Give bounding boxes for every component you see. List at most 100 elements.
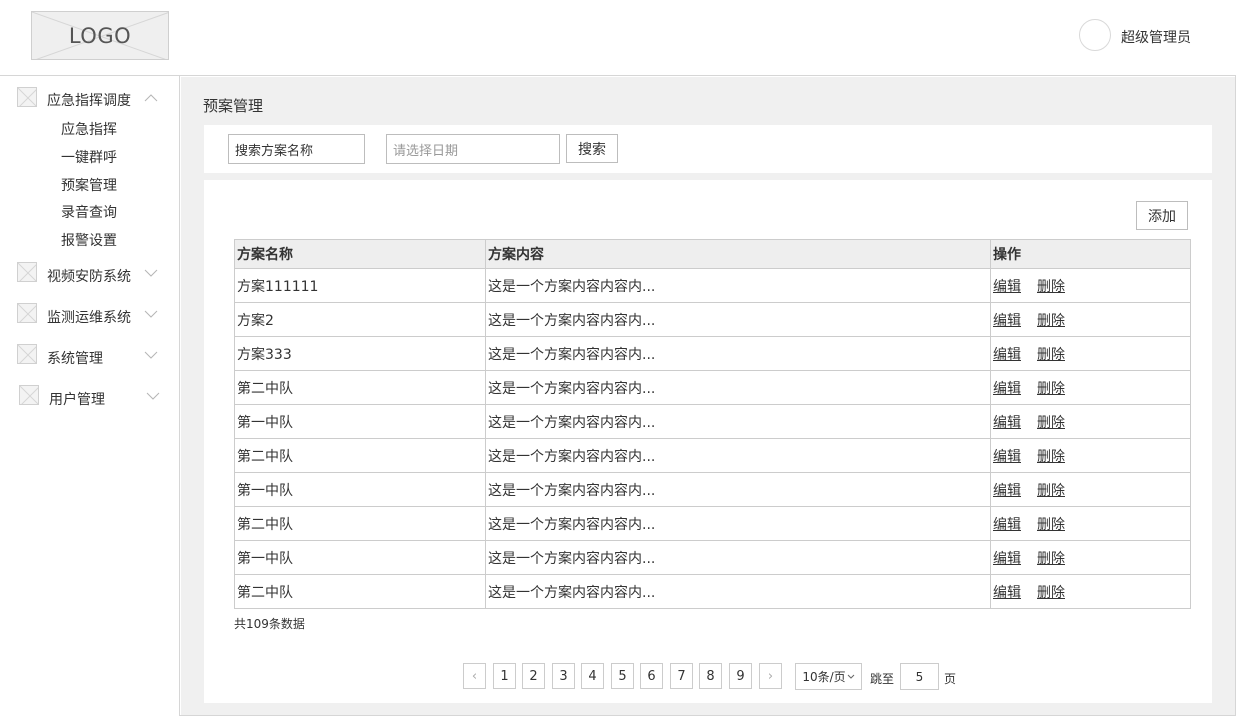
actions-cell: 编辑 删除: [990, 404, 1191, 439]
edit-link[interactable]: 编辑: [993, 415, 1021, 431]
page-button[interactable]: 7: [670, 663, 693, 689]
plan-content-cell: 这是一个方案内容内容内...: [485, 506, 991, 541]
search-button[interactable]: 搜索: [566, 134, 618, 163]
delete-link[interactable]: 删除: [1037, 381, 1065, 397]
page-size-select[interactable]: 10条/页: [795, 663, 862, 690]
actions-cell: 编辑 删除: [990, 268, 1191, 303]
table-row: 第二中队 这是一个方案内容内容内... 编辑 删除: [234, 506, 1191, 541]
edit-link[interactable]: 编辑: [993, 449, 1021, 465]
add-button[interactable]: 添加: [1136, 201, 1188, 230]
page-button[interactable]: 2: [522, 663, 545, 689]
plan-name-cell: 第二中队: [234, 370, 486, 405]
table-row: 第二中队 这是一个方案内容内容内... 编辑 删除: [234, 370, 1191, 405]
plan-content-cell: 这是一个方案内容内容内...: [485, 574, 991, 609]
edit-link[interactable]: 编辑: [993, 313, 1021, 329]
sidebar-item-group-call[interactable]: 一键群呼: [61, 147, 117, 167]
sidebar-group-monitoring[interactable]: 监测运维系统: [0, 303, 180, 327]
page-button[interactable]: 5: [611, 663, 634, 689]
table-row: 第一中队 这是一个方案内容内容内... 编辑 删除: [234, 404, 1191, 439]
sidebar-group-emergency[interactable]: 应急指挥调度: [0, 87, 180, 111]
plan-table: 方案名称 方案内容 操作 方案111111 这是一个方案内容内容内... 编辑 删除方…: [234, 239, 1191, 609]
sidebar-item-emergency-command[interactable]: 应急指挥: [61, 119, 117, 139]
sidebar-item-recording-query[interactable]: 录音查询: [61, 202, 117, 222]
actions-cell: 编辑 删除: [990, 370, 1191, 405]
sidebar-item-plan-management[interactable]: 预案管理: [61, 175, 117, 195]
delete-link[interactable]: 删除: [1037, 313, 1065, 329]
delete-link[interactable]: 删除: [1037, 551, 1065, 567]
delete-link[interactable]: 删除: [1037, 415, 1065, 431]
sidebar-group-video-security[interactable]: 视频安防系统: [0, 262, 180, 286]
plan-content-cell: 这是一个方案内容内容内...: [485, 302, 991, 337]
page-button[interactable]: 9: [729, 663, 752, 689]
delete-link[interactable]: 删除: [1037, 483, 1065, 499]
edit-link[interactable]: 编辑: [993, 483, 1021, 499]
table-row: 第一中队 这是一个方案内容内容内... 编辑 删除: [234, 540, 1191, 575]
chevron-down-icon: [144, 269, 158, 277]
prev-page-button[interactable]: ‹: [463, 663, 486, 689]
actions-cell: 编辑 删除: [990, 302, 1191, 337]
delete-link[interactable]: 删除: [1037, 347, 1065, 363]
edit-link[interactable]: 编辑: [993, 381, 1021, 397]
delete-link[interactable]: 删除: [1037, 585, 1065, 601]
page-button[interactable]: 6: [640, 663, 663, 689]
edit-link[interactable]: 编辑: [993, 551, 1021, 567]
date-picker-input[interactable]: 请选择日期: [386, 134, 560, 164]
plan-content-cell: 这是一个方案内容内容内...: [485, 540, 991, 575]
username[interactable]: 超级管理员: [1121, 27, 1191, 47]
sidebar-group-system-management[interactable]: 系统管理: [0, 344, 180, 368]
plan-name-cell: 方案2: [234, 302, 486, 337]
chevron-down-icon: [847, 674, 855, 679]
sidebar-item-alarm-settings[interactable]: 报警设置: [61, 230, 117, 250]
page-title: 预案管理: [203, 97, 264, 115]
delete-link[interactable]: 删除: [1037, 279, 1065, 295]
page-button[interactable]: 4: [581, 663, 604, 689]
header: LOGO 超级管理员: [0, 0, 1236, 76]
page-button[interactable]: 8: [699, 663, 722, 689]
actions-cell: 编辑 删除: [990, 506, 1191, 541]
plan-content-cell: 这是一个方案内容内容内...: [485, 472, 991, 507]
plan-name-cell: 方案333: [234, 336, 486, 371]
total-count: 共109条数据: [234, 617, 305, 631]
plan-name-cell: 方案111111: [234, 268, 486, 303]
plan-content-cell: 这是一个方案内容内容内...: [485, 404, 991, 439]
page-suffix: 页: [944, 672, 957, 686]
plan-content-cell: 这是一个方案内容内容内...: [485, 370, 991, 405]
table-row: 第二中队 这是一个方案内容内容内... 编辑 删除: [234, 574, 1191, 609]
table-header-row: 方案名称 方案内容 操作: [234, 239, 1191, 269]
sidebar-group-user-management[interactable]: 用户管理: [0, 385, 180, 409]
table-row: 第一中队 这是一个方案内容内容内... 编辑 删除: [234, 472, 1191, 507]
page-button[interactable]: 1: [493, 663, 516, 689]
column-header-name: 方案名称: [234, 239, 486, 269]
jump-page-input[interactable]: 5: [900, 663, 939, 690]
plan-content-cell: 这是一个方案内容内容内...: [485, 336, 991, 371]
image-placeholder-icon: [17, 87, 37, 107]
plan-name-cell: 第二中队: [234, 574, 486, 609]
page-button[interactable]: 3: [552, 663, 575, 689]
sidebar-group-label: 用户管理: [49, 392, 105, 408]
table-row: 第二中队 这是一个方案内容内容内... 编辑 删除: [234, 438, 1191, 473]
edit-link[interactable]: 编辑: [993, 585, 1021, 601]
delete-link[interactable]: 删除: [1037, 449, 1065, 465]
actions-cell: 编辑 删除: [990, 336, 1191, 371]
delete-link[interactable]: 删除: [1037, 517, 1065, 533]
edit-link[interactable]: 编辑: [993, 517, 1021, 533]
actions-cell: 编辑 删除: [990, 574, 1191, 609]
plan-name-search-input[interactable]: 搜索方案名称: [228, 134, 365, 164]
chevron-down-icon: [144, 351, 158, 359]
sidebar-group-label: 应急指挥调度: [47, 93, 131, 109]
edit-link[interactable]: 编辑: [993, 279, 1021, 295]
actions-cell: 编辑 删除: [990, 472, 1191, 507]
sidebar-group-label: 监测运维系统: [47, 310, 131, 326]
avatar[interactable]: [1079, 19, 1111, 51]
page-size-value: 10条/页: [802, 670, 846, 684]
image-placeholder-icon: [17, 262, 37, 282]
plan-name-cell: 第二中队: [234, 506, 486, 541]
edit-link[interactable]: 编辑: [993, 347, 1021, 363]
jump-label: 跳至: [870, 672, 895, 686]
table-row: 方案2 这是一个方案内容内容内... 编辑 删除: [234, 302, 1191, 337]
plan-name-cell: 第一中队: [234, 540, 486, 575]
next-page-button[interactable]: ›: [759, 663, 782, 689]
chevron-down-icon: [144, 310, 158, 318]
column-header-actions: 操作: [990, 239, 1191, 269]
logo[interactable]: LOGO: [31, 11, 169, 60]
